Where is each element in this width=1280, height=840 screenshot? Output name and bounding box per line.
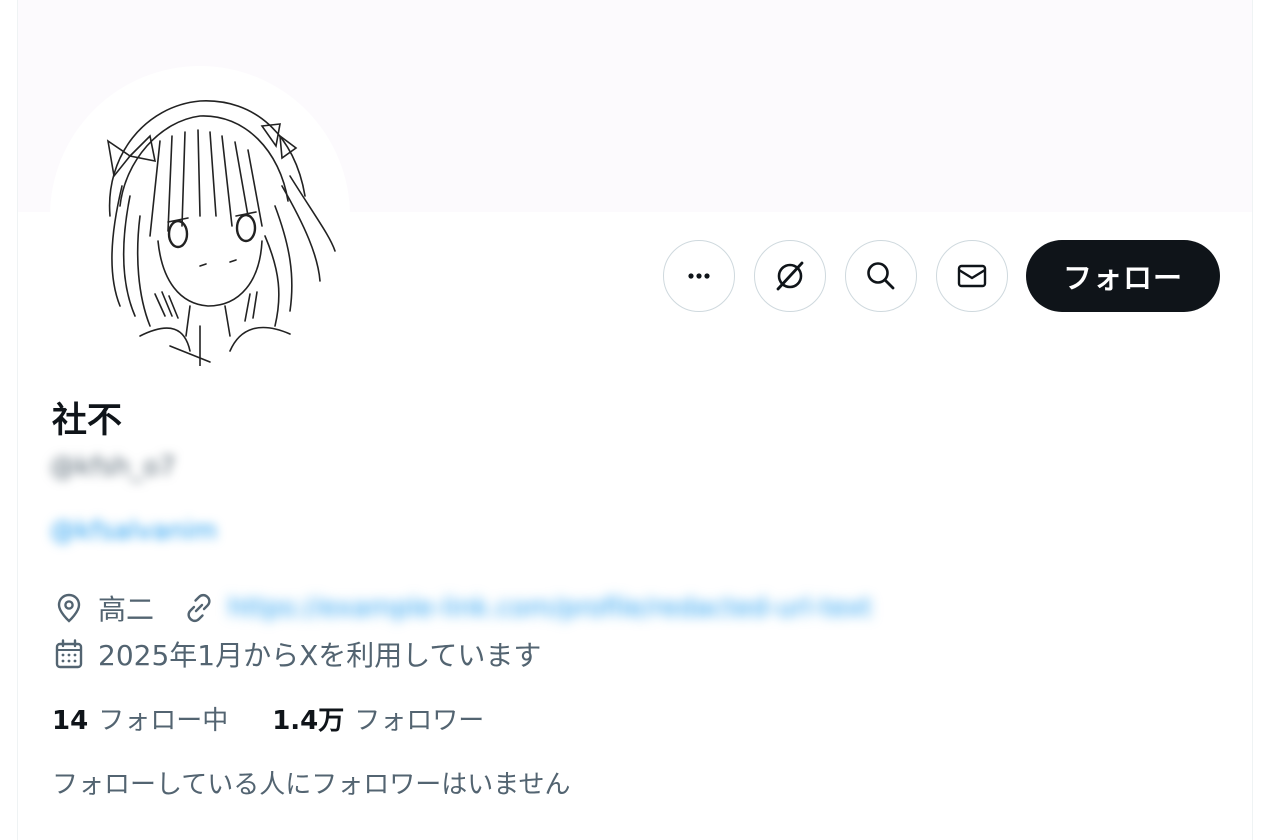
user-handle: @kfsh_o7 — [50, 452, 176, 482]
avatar[interactable] — [50, 66, 350, 366]
followers-label: フォロワー — [354, 706, 485, 736]
website-link[interactable]: https://example-link.com/profile/redacte… — [228, 593, 872, 623]
joined-date-text: 2025年1月からXを利用しています — [98, 639, 542, 672]
following-stat[interactable]: 14 フォロー中 — [52, 700, 228, 737]
envelope-icon — [957, 264, 987, 288]
joined-row: 2025年1月からXを利用しています — [52, 634, 541, 674]
follow-stats: 14 フォロー中 1.4万 フォロワー — [52, 700, 528, 737]
link-icon — [182, 591, 216, 625]
followers-stat[interactable]: 1.4万 フォロワー — [272, 700, 484, 737]
grok-button[interactable] — [754, 240, 826, 312]
more-dots-icon — [688, 273, 710, 279]
grok-icon — [776, 261, 804, 291]
search-button[interactable] — [845, 240, 917, 312]
avatar-sketch — [106, 100, 336, 366]
message-button[interactable] — [936, 240, 1008, 312]
calendar-icon — [52, 637, 86, 671]
profile-meta-row: 高二 https://example-link.com/profile/reda… — [52, 588, 872, 628]
following-label: フォロー中 — [98, 706, 229, 736]
bio-mention-link[interactable]: @kfsalvanim — [50, 516, 217, 546]
location-pin-icon — [52, 591, 86, 625]
following-count: 14 — [52, 706, 89, 736]
display-name: 社不 — [52, 401, 123, 441]
follow-button[interactable]: フォロー — [1026, 240, 1220, 312]
search-icon — [867, 262, 895, 290]
location-text: 高二 — [98, 593, 155, 626]
followers-you-know: フォローしている人にフォロワーはいません — [52, 770, 571, 800]
followers-count: 1.4万 — [272, 706, 345, 736]
more-button[interactable] — [663, 240, 735, 312]
